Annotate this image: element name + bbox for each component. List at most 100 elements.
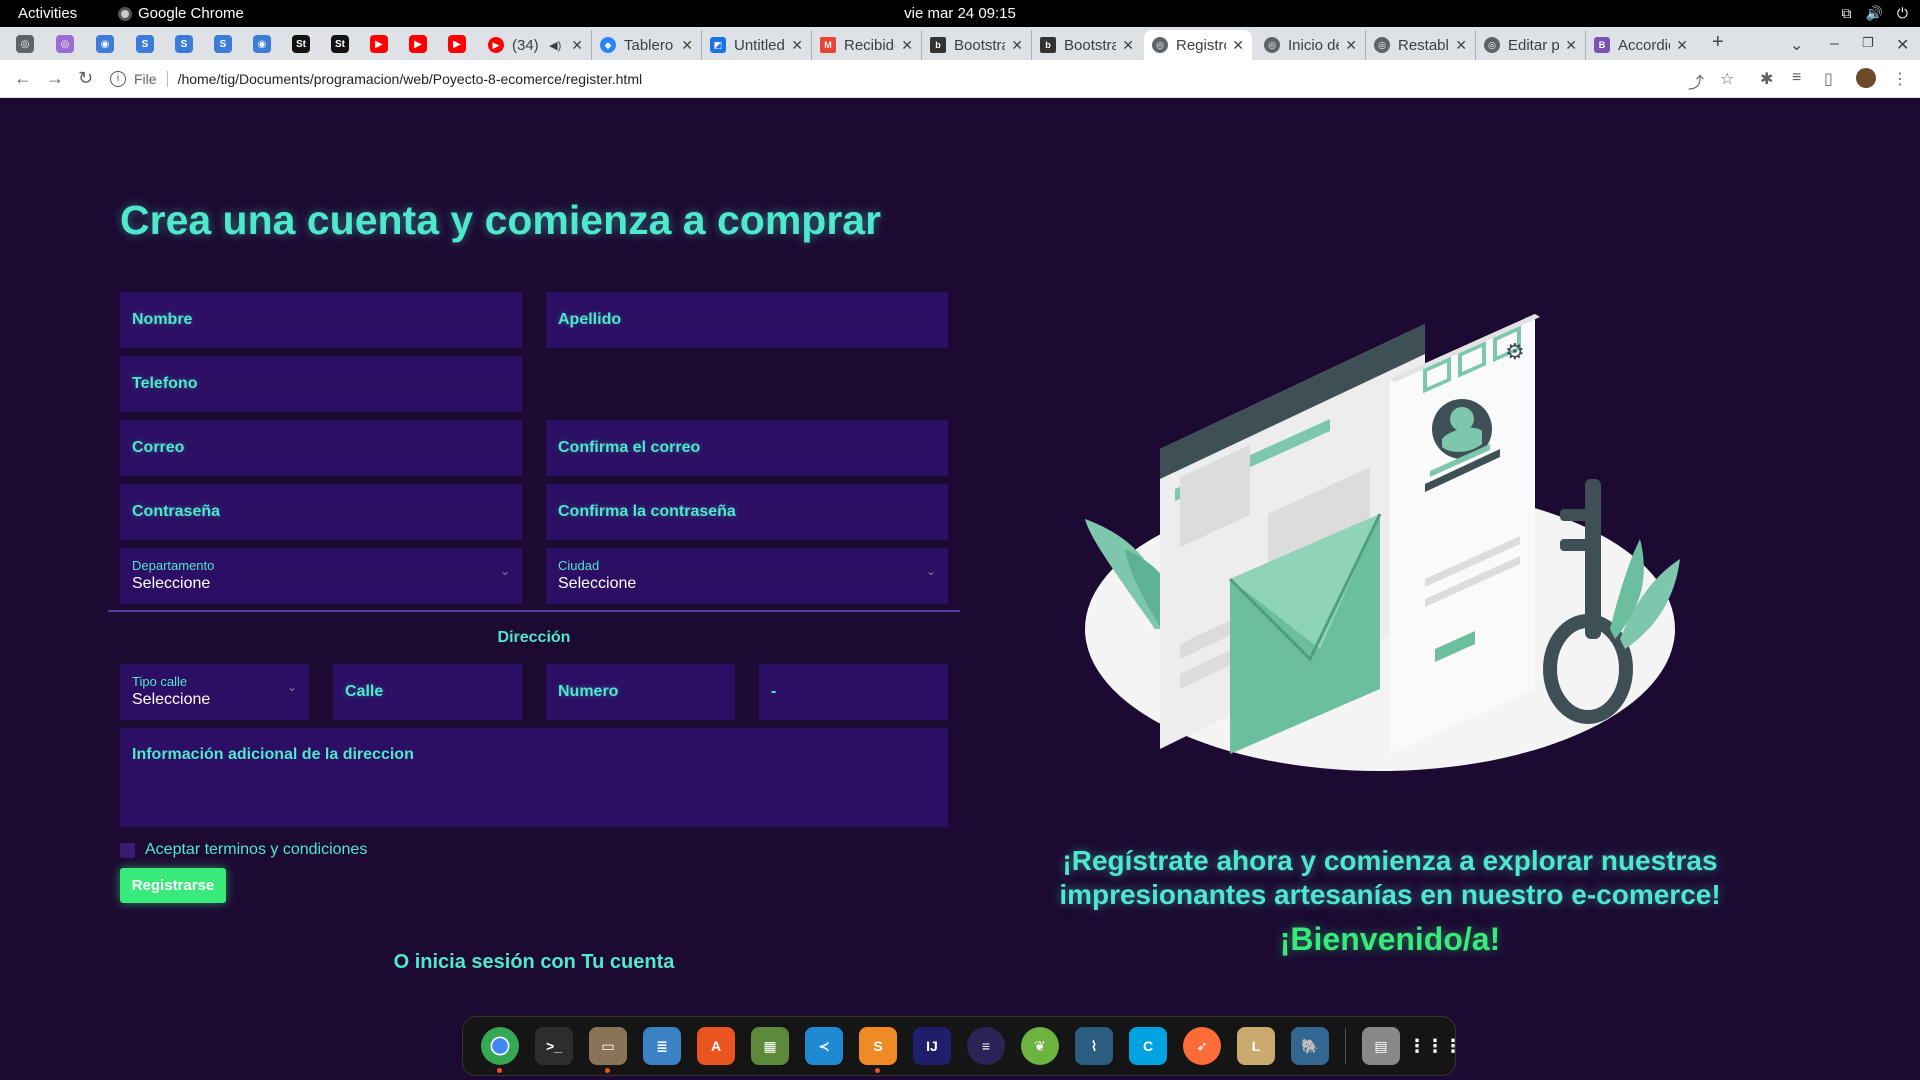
close-tab-icon[interactable]: ✕	[1455, 37, 1467, 54]
app-name: Google Chrome	[138, 5, 244, 22]
system-menu[interactable]: ⧉ 🔊 ⏻	[1841, 5, 1908, 22]
info-adicional-textarea[interactable]: Información adicional de la direccion	[120, 728, 948, 827]
browser-tab[interactable]: b Bootstrap ✕	[1032, 30, 1142, 60]
pinned-tab-reddit-icon[interactable]: ◉	[96, 35, 114, 53]
browser-tab[interactable]: ◎ Editar p ✕	[1476, 30, 1586, 60]
browser-tab[interactable]: ▶ (34) ◀) ✕	[480, 30, 592, 60]
confirma-contrasena-input[interactable]: Confirma la contraseña	[546, 484, 948, 540]
share-icon[interactable]: ⤴	[1688, 69, 1704, 93]
bootstrap-icon: b	[1040, 37, 1056, 53]
app-menu[interactable]: Google Chrome	[118, 5, 244, 22]
url-text[interactable]: /home/tig/Documents/programacion/web/Poy…	[178, 71, 643, 87]
pinned-tab-youtube-icon[interactable]: ▶	[409, 35, 427, 53]
close-tab-icon[interactable]: ✕	[1011, 37, 1023, 54]
browser-tab-active[interactable]: ◎ Registro ✕	[1144, 30, 1252, 60]
apellido-input[interactable]: Apellido	[546, 292, 948, 348]
terms-checkbox-row[interactable]: Aceptar terminos y condiciones	[120, 841, 367, 859]
close-tab-icon[interactable]: ✕	[681, 37, 693, 54]
pinned-tab-s-icon[interactable]: S	[136, 35, 154, 53]
departamento-select[interactable]: Departamento Seleccione ⌄	[120, 548, 522, 604]
chrome-icon[interactable]	[481, 1027, 519, 1073]
minecraft-icon[interactable]: ▦	[751, 1027, 789, 1065]
globe-icon: ◎	[1374, 37, 1390, 53]
contrasena-input[interactable]: Contraseña	[120, 484, 522, 540]
vscode-icon[interactable]: ≺	[805, 1027, 843, 1065]
reload-icon[interactable]: ↻	[78, 68, 93, 89]
app-center-icon[interactable]: A	[697, 1027, 735, 1065]
pinned-tab-icon[interactable]: ◎	[56, 35, 74, 53]
back-icon[interactable]: ←	[14, 68, 32, 89]
telefono-input[interactable]: Telefono	[120, 356, 522, 412]
browser-tab[interactable]: ◎ Restablecer ✕	[1366, 30, 1476, 60]
login-link[interactable]: O inicia sesión con Tu cuenta	[120, 951, 948, 974]
tipo-calle-select[interactable]: Tipo calle Seleccione ⌄	[120, 664, 309, 720]
ciudad-select[interactable]: Ciudad Seleccione ⌄	[546, 548, 948, 604]
browser-tab[interactable]: B Accordion ✕	[1586, 30, 1696, 60]
codeblocks-icon[interactable]: C	[1129, 1027, 1167, 1065]
pinned-tab-s-icon[interactable]: S	[214, 35, 232, 53]
close-tab-icon[interactable]: ✕	[901, 37, 913, 54]
browser-tab[interactable]: b Bootstrap ✕	[922, 30, 1032, 60]
jira-icon: ◆	[600, 37, 616, 53]
close-tab-icon[interactable]: ✕	[1676, 37, 1688, 54]
numero-suffix-input[interactable]: -	[759, 664, 948, 720]
bookmark-star-icon[interactable]: ☆	[1720, 69, 1734, 89]
close-tab-icon[interactable]: ✕	[1565, 37, 1577, 54]
sublime-icon[interactable]: S	[859, 1027, 897, 1073]
browser-tab[interactable]: M Recibidos ✕	[812, 30, 922, 60]
intellij-icon[interactable]: IJ	[913, 1027, 951, 1065]
terms-label: Aceptar terminos y condiciones	[145, 841, 368, 858]
close-tab-icon[interactable]: ✕	[1345, 37, 1357, 54]
dock-separator	[1345, 1028, 1346, 1064]
league-icon[interactable]: L	[1237, 1027, 1275, 1065]
register-button[interactable]: Registrarse	[120, 868, 226, 903]
disks-icon[interactable]: ▤	[1362, 1027, 1400, 1065]
close-tab-icon[interactable]: ✕	[571, 37, 583, 54]
app-grid-icon[interactable]: ⋮⋮⋮	[1408, 1027, 1462, 1065]
reading-list-icon[interactable]: ≡	[1792, 69, 1801, 87]
forward-icon[interactable]: →	[46, 68, 64, 89]
nombre-input[interactable]: Nombre	[120, 292, 522, 348]
browser-toolbar: ← → ↻ i File /home/tig/Documents/program…	[0, 60, 1920, 98]
spring-icon[interactable]: ❦	[1021, 1027, 1059, 1065]
pinned-tab-youtube-icon[interactable]: ▶	[370, 35, 388, 53]
pinned-tab-globe-icon[interactable]: ◎	[16, 35, 34, 53]
text-editor-icon[interactable]: ≣	[643, 1027, 681, 1065]
tab-search-icon[interactable]: ⌄	[1790, 35, 1803, 55]
browser-tab[interactable]: ◆ Tablero ✕	[592, 30, 702, 60]
profile-avatar[interactable]	[1856, 68, 1876, 88]
extensions-icon[interactable]: ✱	[1760, 69, 1773, 89]
postman-icon[interactable]: ➶	[1183, 1027, 1221, 1065]
calle-input[interactable]: Calle	[333, 664, 522, 720]
address-bar[interactable]: i File /home/tig/Documents/programacion/…	[110, 65, 1720, 93]
activities-button[interactable]: Activities	[18, 5, 77, 22]
minimize-icon[interactable]: –	[1830, 35, 1839, 53]
side-panel-icon[interactable]: ▯	[1824, 69, 1833, 89]
browser-tab[interactable]: ◎ Inicio de ✕	[1256, 30, 1366, 60]
close-tab-icon[interactable]: ✕	[1232, 37, 1244, 54]
correo-input[interactable]: Correo	[120, 420, 522, 476]
info-icon[interactable]: i	[110, 71, 126, 87]
close-tab-icon[interactable]: ✕	[791, 37, 803, 54]
new-tab-button[interactable]: +	[1712, 31, 1724, 54]
pinned-tab-st-icon[interactable]: St	[292, 35, 310, 53]
eclipse-icon[interactable]: ≡	[967, 1027, 1005, 1065]
pinned-tab-st-icon[interactable]: St	[331, 35, 349, 53]
pinned-tab-youtube-icon[interactable]: ▶	[448, 35, 466, 53]
mysql-workbench-icon[interactable]: ⌇	[1075, 1027, 1113, 1065]
promo-text: ¡Regístrate ahora y comienza a explorar …	[1059, 845, 1721, 910]
numero-input[interactable]: Numero	[546, 664, 735, 720]
close-window-icon[interactable]: ✕	[1896, 35, 1909, 55]
pgadmin-icon[interactable]: 🐘	[1291, 1027, 1329, 1065]
close-tab-icon[interactable]: ✕	[1122, 37, 1134, 54]
files-icon[interactable]: ▭	[589, 1027, 627, 1073]
maximize-icon[interactable]: ❐	[1862, 35, 1874, 51]
chrome-menu-icon[interactable]: ⋮	[1892, 69, 1908, 89]
terms-checkbox[interactable]	[120, 842, 135, 858]
terminal-icon[interactable]: >_	[535, 1027, 573, 1065]
confirma-correo-input[interactable]: Confirma el correo	[546, 420, 948, 476]
clock[interactable]: vie mar 24 09:15	[904, 5, 1016, 22]
pinned-tab-s-icon[interactable]: S	[175, 35, 193, 53]
browser-tab[interactable]: ◩ Untitled ✕	[702, 30, 812, 60]
pinned-tab-reddit-icon[interactable]: ◉	[253, 35, 271, 53]
